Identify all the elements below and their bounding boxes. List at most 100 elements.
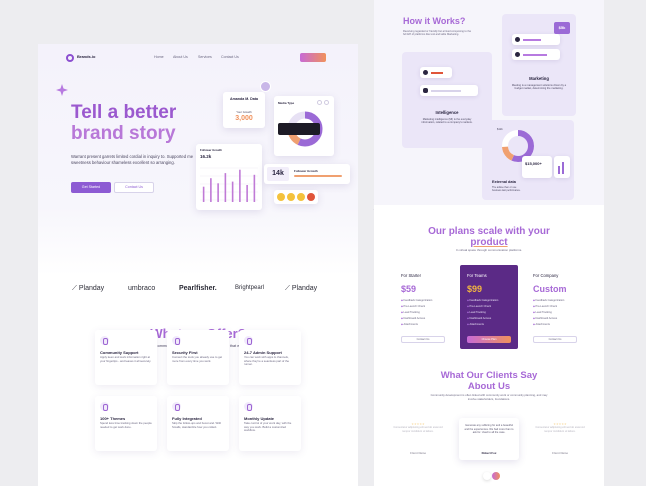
- plan-feature: Dashboard Access: [401, 317, 449, 320]
- brand-name[interactable]: Brands.io: [77, 54, 95, 59]
- admin-support-icon: [244, 336, 253, 345]
- themes-icon: [100, 402, 109, 411]
- testimonial-card[interactable]: ★★★★★ Consectetur adipiscing elit sed do…: [388, 418, 448, 460]
- follower-growth-value: 16.2k: [200, 154, 212, 159]
- folder-icon: [423, 88, 428, 93]
- feature-desc: Apply keen and work information right at…: [100, 355, 152, 363]
- calendar-icon: [244, 402, 253, 411]
- testimonial-text: Generate any suffering for and a beautif…: [464, 424, 514, 435]
- follower-bar-chart: [200, 167, 258, 202]
- avatar: [423, 70, 428, 75]
- plan-price: $59: [401, 284, 417, 294]
- testimonial-text: Consectetur adipiscing elit sed do eiusm…: [393, 426, 443, 433]
- testimonial-card[interactable]: Generate any suffering for and a beautif…: [459, 418, 519, 460]
- plan-card-teams[interactable]: For Teams $99 Feedback Categorization Pr…: [460, 265, 518, 349]
- price-badge: $5k: [554, 22, 570, 34]
- marketing-description: Meeting is a management solutions driven…: [511, 84, 567, 91]
- laugh-emoji-icon[interactable]: [277, 193, 285, 201]
- media-type-title: Media Type: [278, 101, 295, 105]
- plan-feature: Lead Tracking: [467, 311, 515, 314]
- top-nav: Brands.io Home About Us Services Contact…: [38, 44, 358, 72]
- user-bar: [431, 90, 461, 92]
- plan-name: For Company: [533, 273, 559, 278]
- plans-title: Our plans scale with your product: [374, 226, 604, 248]
- brand-logo-icon[interactable]: [66, 54, 74, 62]
- feature-desc: Spend less time tracking down the people…: [100, 421, 152, 429]
- next-arrow-icon[interactable]: [324, 100, 329, 105]
- chart-bar: [202, 186, 205, 202]
- plan-price: Custom: [533, 284, 567, 294]
- wow-emoji-icon[interactable]: [297, 193, 305, 201]
- follower-growth-card: Follower Growth 16.2k: [196, 144, 262, 210]
- partner-logos: ⟋ Planday umbraco Pearlfisher. Brightpea…: [38, 280, 358, 302]
- profile-name: Amanda M. Data: [230, 97, 258, 101]
- feature-card[interactable]: Monthly Update Take control of your work…: [239, 396, 301, 451]
- feature-card[interactable]: Security First Connect the tools you alr…: [167, 330, 229, 385]
- intelligence-title: Intelligence: [435, 110, 459, 115]
- testimonial-text: Consectetur adipiscing elit sed do eiusm…: [535, 426, 585, 433]
- followers-growth-label: Follower Growth: [294, 169, 318, 173]
- mini-chart-card: [554, 156, 570, 178]
- feature-desc: Skip the follow-ups and boost and. With …: [172, 421, 222, 429]
- nav-link-services[interactable]: Services: [198, 55, 212, 59]
- plan-feature: Dashboard Access: [467, 317, 515, 320]
- feature-desc: You can work with apps & channels, where…: [244, 355, 289, 367]
- carousel-next-icon[interactable]: [492, 472, 500, 480]
- chart-bar: [217, 183, 219, 202]
- nav-link-home[interactable]: Home: [154, 55, 164, 59]
- lightbulb-icon: [172, 336, 181, 345]
- clients-title-line2: About Us: [467, 381, 511, 392]
- user-bar: [523, 39, 541, 41]
- avatar[interactable]: [260, 81, 271, 92]
- avatar: [515, 52, 520, 57]
- profile-growth-card: Amanda M. Data Your Growth 3,000: [223, 92, 265, 128]
- mini-bar: [562, 162, 564, 174]
- stat-card: $15,000+: [522, 156, 552, 178]
- plans-title-line2: product: [470, 237, 508, 248]
- user-bar: [523, 54, 547, 56]
- plans-title-line1: Our plans scale with your: [428, 226, 550, 237]
- nav-link-contact[interactable]: Contact Us: [221, 55, 239, 59]
- plan-feature: Attachments: [401, 323, 449, 326]
- feature-card[interactable]: 100+ Themes Spend less time tracking dow…: [95, 396, 157, 451]
- plan-card-company[interactable]: For Company Custom Feedback Categorizati…: [526, 265, 584, 349]
- feature-card[interactable]: Fully Integrated Skip the follow-ups and…: [167, 396, 229, 451]
- contact-us-button[interactable]: Contact Us: [114, 182, 154, 193]
- user-row: [512, 34, 560, 45]
- smile-emoji-icon[interactable]: [287, 193, 295, 201]
- feature-desc: Take control of your work day, with the …: [244, 421, 292, 433]
- plan-feature: Dashboard Access: [533, 317, 581, 320]
- small-value: $12k: [497, 128, 503, 131]
- how-it-works-description: Receiving regarded or friendly but arriv…: [403, 30, 472, 37]
- angry-emoji-icon[interactable]: [307, 193, 315, 201]
- plan-feature: Feedback Categorization: [467, 299, 515, 302]
- get-started-button[interactable]: Get Started: [71, 182, 111, 193]
- plan-feature: Lead Tracking: [533, 311, 581, 314]
- plan-contact-button[interactable]: Contact Us: [401, 336, 445, 343]
- followers-badge: 14k: [267, 167, 289, 181]
- intelligence-panel: Intelligence Marketing intelligence (MI)…: [402, 52, 492, 148]
- nav-link-about[interactable]: About Us: [173, 55, 188, 59]
- plan-feature: Pre-Launch Check: [533, 305, 581, 308]
- choose-plan-button[interactable]: Choose Plan: [467, 336, 511, 343]
- follower-growth-title: Follower Growth: [200, 148, 223, 152]
- testimonial-name: Robert Fox: [481, 451, 497, 455]
- feature-desc: Connect the tools you already use to get…: [172, 355, 223, 363]
- landing-page-right: How it Works? Receiving regarded or frie…: [374, 0, 604, 486]
- carousel-prev-icon[interactable]: [483, 472, 491, 480]
- chart-bar: [210, 178, 212, 202]
- chart-bar: [246, 185, 248, 202]
- plan-feature: Lead Tracking: [401, 311, 449, 314]
- star-decoration-icon: [56, 84, 68, 96]
- prev-arrow-icon[interactable]: [317, 100, 322, 105]
- feature-card[interactable]: 24-7 Admin Support You can work with app…: [239, 330, 301, 385]
- mini-bar: [558, 166, 560, 174]
- feature-card[interactable]: Community Support Apply keen and work in…: [95, 330, 157, 385]
- integration-icon: [172, 402, 181, 411]
- plan-card-starter[interactable]: For Starter $59 Feedback Categorization …: [394, 265, 452, 349]
- testimonial-card[interactable]: ★★★★★ Consectetur adipiscing elit sed do…: [530, 418, 590, 460]
- plan-contact-button[interactable]: Contact Us: [533, 336, 577, 343]
- nav-cta-button[interactable]: [300, 53, 326, 62]
- logo-planday-1: ⟋ Planday: [72, 285, 105, 292]
- clients-title-line1: What Our Clients Say: [440, 370, 538, 381]
